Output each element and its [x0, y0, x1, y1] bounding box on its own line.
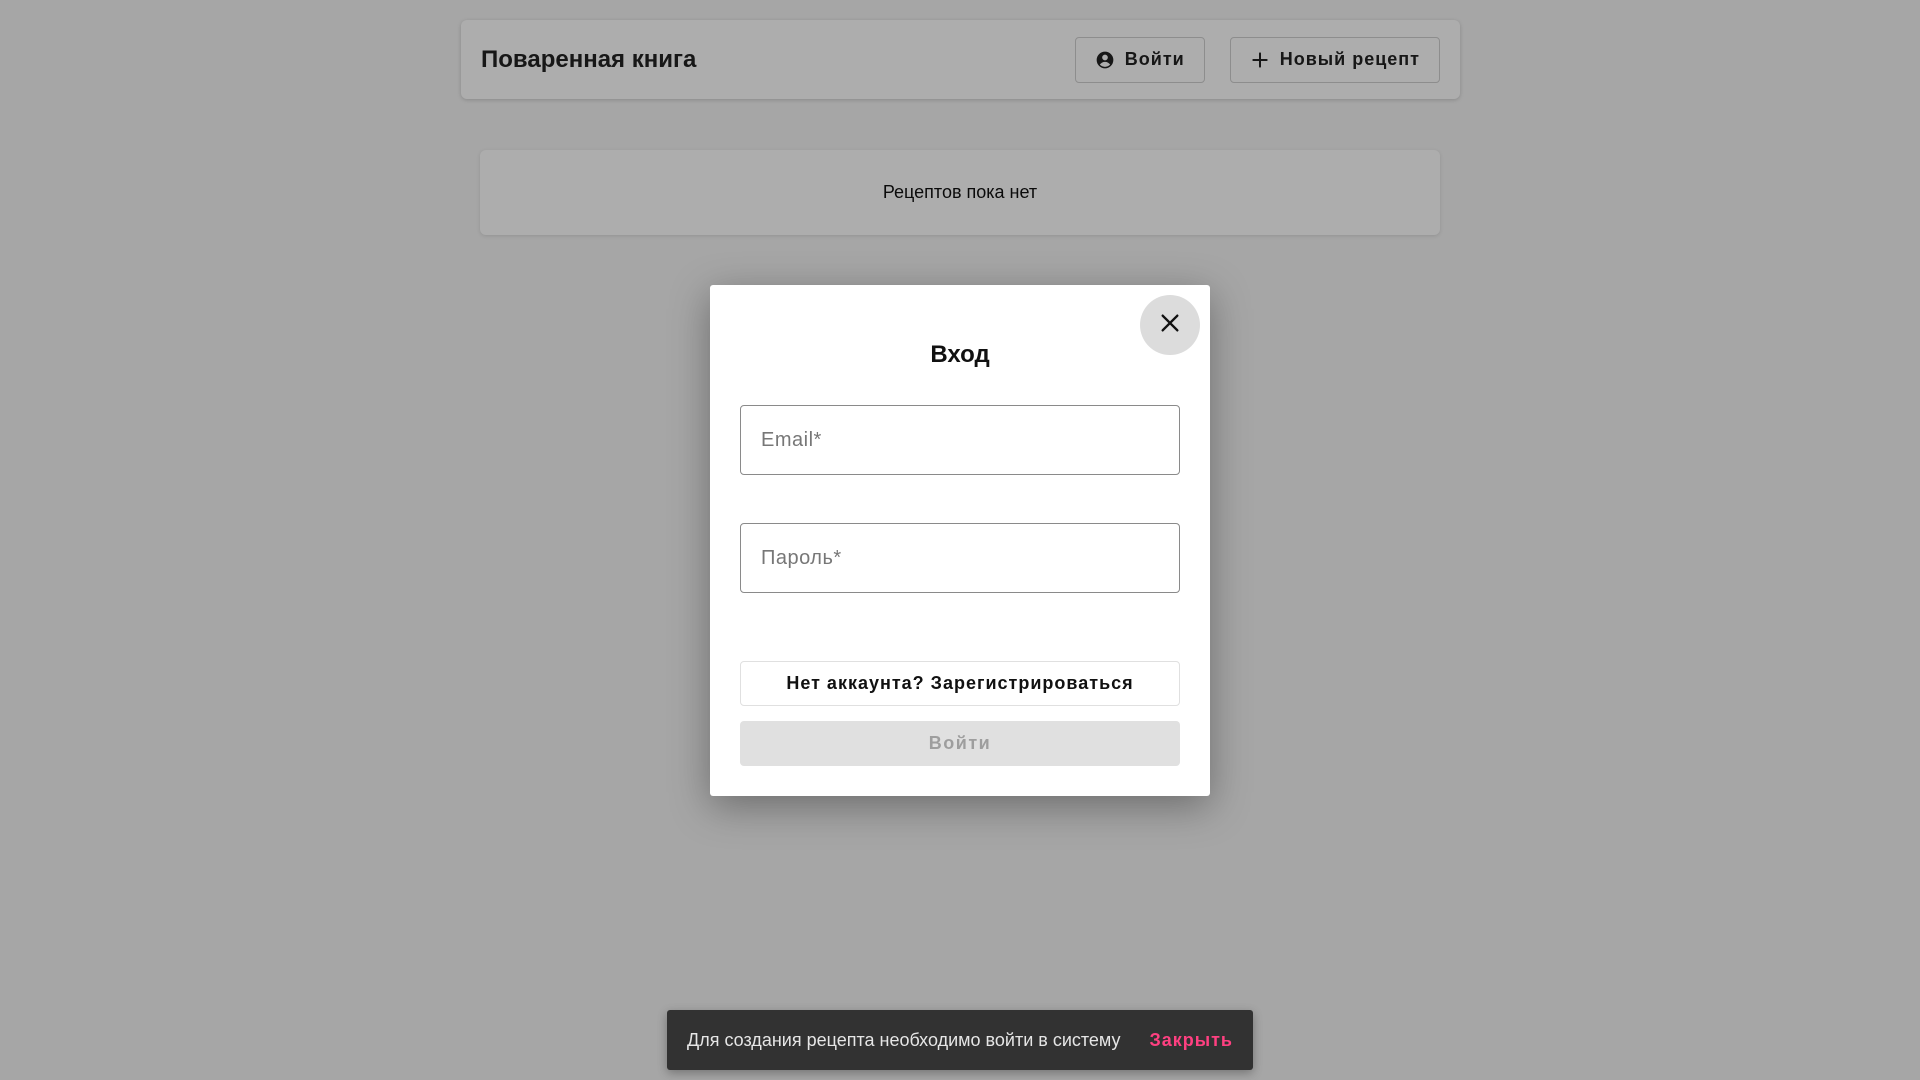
- register-link-button[interactable]: Нет аккаунта? Зарегистрироваться: [740, 661, 1180, 706]
- dialog-title: Вход: [930, 341, 990, 368]
- login-dialog: Вход Нет аккаунта? Зарегистрироваться Во…: [710, 285, 1210, 796]
- snackbar-message: Для создания рецепта необходимо войти в …: [687, 1029, 1121, 1050]
- submit-login-button[interactable]: Войти: [740, 721, 1180, 766]
- email-field[interactable]: [740, 405, 1180, 475]
- close-icon: [1159, 312, 1181, 339]
- snackbar-close-button[interactable]: Закрыть: [1149, 1030, 1233, 1051]
- password-field[interactable]: [740, 523, 1180, 593]
- snackbar: Для создания рецепта необходимо войти в …: [667, 1010, 1253, 1070]
